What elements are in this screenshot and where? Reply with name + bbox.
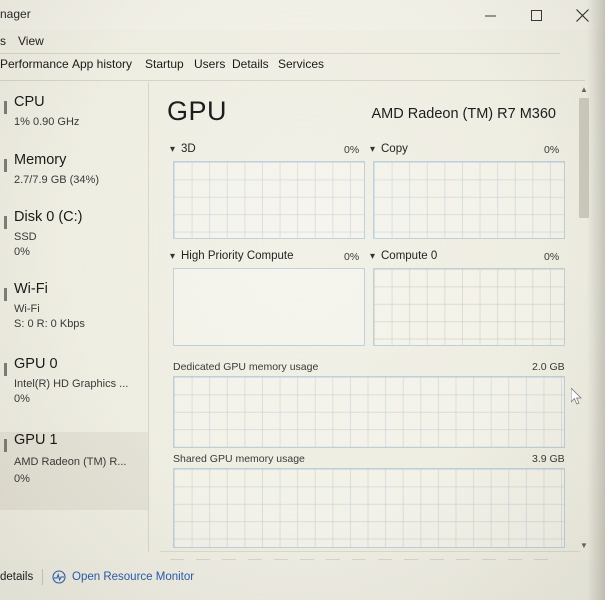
performance-sidebar: CPU 1% 0.90 GHz Memory 2.7/7.9 GB (34%) … [0, 82, 148, 552]
tab-app-history[interactable]: App history [72, 57, 132, 71]
shared-gpu-memory-label: Shared GPU memory usage [173, 453, 305, 465]
sidebar-item-gpu0-title: GPU 0 [14, 356, 58, 372]
engine-percent-copy: 0% [544, 144, 560, 156]
sidebar-item-memory-title: Memory [14, 152, 67, 168]
sidebar-item-wifi-line1: Wi-Fi [14, 303, 40, 315]
tab-startup[interactable]: Startup [145, 57, 184, 71]
graph-compute-0 [373, 268, 565, 346]
tab-performance[interactable]: Performance [0, 57, 69, 71]
sidebar-item-gpu1-line2: 0% [14, 473, 30, 485]
window-title: nager [0, 7, 31, 21]
sidebar-item-wifi-line2: S: 0 R: 0 Kbps [14, 318, 85, 330]
chevron-down-icon-copy[interactable]: ▾ [370, 144, 375, 155]
sidebar-item-disk0-line1: SSD [14, 231, 37, 243]
engine-label-compute-0: Compute 0 [381, 250, 438, 262]
cpu-indicator-icon [4, 101, 7, 114]
title-bar: nager [0, 0, 605, 30]
wifi-indicator-icon [4, 288, 7, 301]
main-bottom-separator [160, 551, 580, 552]
tab-separator [0, 80, 585, 81]
sidebar-item-wifi[interactable]: Wi-Fi Wi-Fi S: 0 R: 0 Kbps [0, 281, 148, 353]
engine-percent-compute-0: 0% [544, 251, 560, 263]
sidebar-item-wifi-title: Wi-Fi [14, 281, 48, 297]
sidebar-item-gpu0[interactable]: GPU 0 Intel(R) HD Graphics ... 0% [0, 356, 148, 428]
sidebar-item-gpu0-line1: Intel(R) HD Graphics ... [14, 378, 129, 390]
sidebar-item-gpu0-line2: 0% [14, 393, 30, 405]
sidebar-item-disk0-title: Disk 0 (C:) [14, 209, 83, 225]
memory-indicator-icon [4, 159, 7, 172]
graph-3d [173, 161, 365, 239]
disk-indicator-icon [4, 216, 7, 229]
sidebar-item-cpu-line1: 1% 0.90 GHz [14, 116, 80, 128]
window-controls [467, 0, 605, 30]
graph-shared-gpu-memory [173, 468, 565, 548]
chevron-down-icon-3d[interactable]: ▾ [170, 144, 175, 155]
tab-users[interactable]: Users [194, 57, 225, 71]
screen-edge-shadow [587, 0, 605, 600]
menu-item-view[interactable]: View [18, 34, 44, 48]
sidebar-item-memory[interactable]: Memory 2.7/7.9 GB (34%) [0, 152, 148, 212]
sidebar-item-disk0-line2: 0% [14, 246, 30, 258]
engine-percent-high-priority-compute: 0% [344, 251, 360, 263]
page-title: GPU [167, 96, 228, 126]
engine-percent-3d: 0% [344, 144, 360, 156]
graph-copy [373, 161, 565, 239]
dedicated-gpu-memory-max: 2.0 GB [532, 361, 565, 373]
gpu1-indicator-icon [4, 439, 7, 452]
chevron-down-icon-compute-0[interactable]: ▾ [370, 251, 375, 262]
graph-high-priority-compute [173, 268, 365, 346]
menu-bar: s View [0, 32, 605, 52]
gpu0-indicator-icon [4, 363, 7, 376]
status-bar: details Open Resource Monitor [0, 560, 605, 600]
engine-label-3d: 3D [181, 143, 196, 155]
gpu-detail-pane: GPU AMD Radeon (TM) R7 M360 ▾ 3D 0% ▾ Co… [148, 82, 588, 552]
engine-label-copy: Copy [381, 143, 408, 155]
sidebar-item-gpu1-title: GPU 1 [14, 432, 58, 448]
gpu-device-name: AMD Radeon (TM) R7 M360 [371, 106, 556, 122]
tab-services[interactable]: Services [278, 57, 324, 71]
open-resource-monitor-link[interactable]: Open Resource Monitor [52, 570, 194, 584]
sidebar-item-gpu1-line1: AMD Radeon (TM) R... [14, 456, 127, 468]
shared-gpu-memory-max: 3.9 GB [532, 453, 565, 465]
mouse-cursor [570, 387, 583, 406]
sidebar-item-cpu-title: CPU [14, 94, 45, 110]
engine-label-high-priority-compute: High Priority Compute [181, 250, 294, 262]
sidebar-item-memory-line1: 2.7/7.9 GB (34%) [14, 174, 99, 186]
open-resource-monitor-label: Open Resource Monitor [72, 571, 195, 583]
minimize-button[interactable] [467, 0, 513, 30]
chevron-down-icon-high-priority-compute[interactable]: ▾ [170, 251, 175, 262]
menu-item-file[interactable]: s [0, 34, 6, 48]
graph-dedicated-gpu-memory [173, 376, 565, 448]
tab-details[interactable]: Details [232, 57, 269, 71]
task-manager-window: nager s View Performance App history Sta… [0, 0, 605, 600]
fewer-details-button[interactable]: details [0, 571, 33, 583]
resource-monitor-icon [52, 570, 66, 584]
dedicated-gpu-memory-label: Dedicated GPU memory usage [173, 361, 319, 373]
tab-strip: Performance App history Startup Users De… [0, 57, 605, 77]
menu-separator [0, 53, 560, 54]
status-separator [42, 569, 43, 585]
sidebar-item-gpu1[interactable]: GPU 1 AMD Radeon (TM) R... 0% [0, 432, 148, 510]
maximize-button[interactable] [513, 0, 559, 30]
sidebar-item-cpu[interactable]: CPU 1% 0.90 GHz [0, 94, 148, 154]
sidebar-item-disk0[interactable]: Disk 0 (C:) SSD 0% [0, 209, 148, 281]
